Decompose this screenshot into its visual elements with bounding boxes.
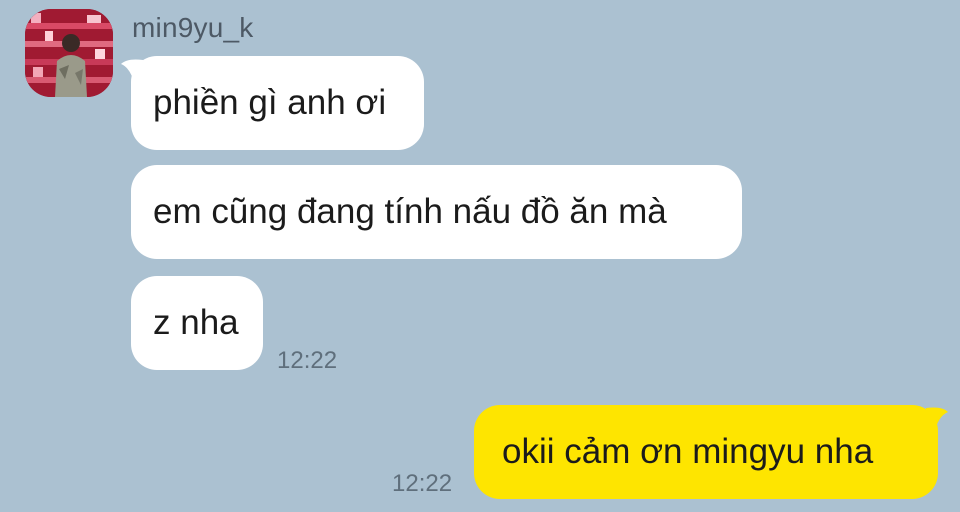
message-text: z nha (153, 303, 239, 342)
sender-name: min9yu_k (132, 12, 254, 43)
bubble-tail-icon (926, 407, 948, 434)
profile-photo-icon (25, 9, 113, 97)
incoming-message[interactable]: phiền gì anh ơi (131, 56, 424, 150)
message-text: okii cảm ơn mingyu nha (502, 432, 874, 471)
avatar[interactable] (25, 9, 113, 97)
chat-area: min9yu_k phiền gì anh ơi em cũng đang tí… (0, 0, 960, 512)
incoming-message[interactable]: z nha (131, 276, 263, 370)
incoming-message[interactable]: em cũng đang tính nấu đồ ăn mà (131, 165, 742, 259)
outgoing-message[interactable]: okii cảm ơn mingyu nha (474, 405, 938, 499)
message-text: em cũng đang tính nấu đồ ăn mà (153, 192, 667, 231)
message-timestamp: 12:22 (277, 347, 338, 374)
message-text: phiền gì anh ơi (153, 83, 387, 122)
message-timestamp: 12:22 (392, 470, 453, 497)
